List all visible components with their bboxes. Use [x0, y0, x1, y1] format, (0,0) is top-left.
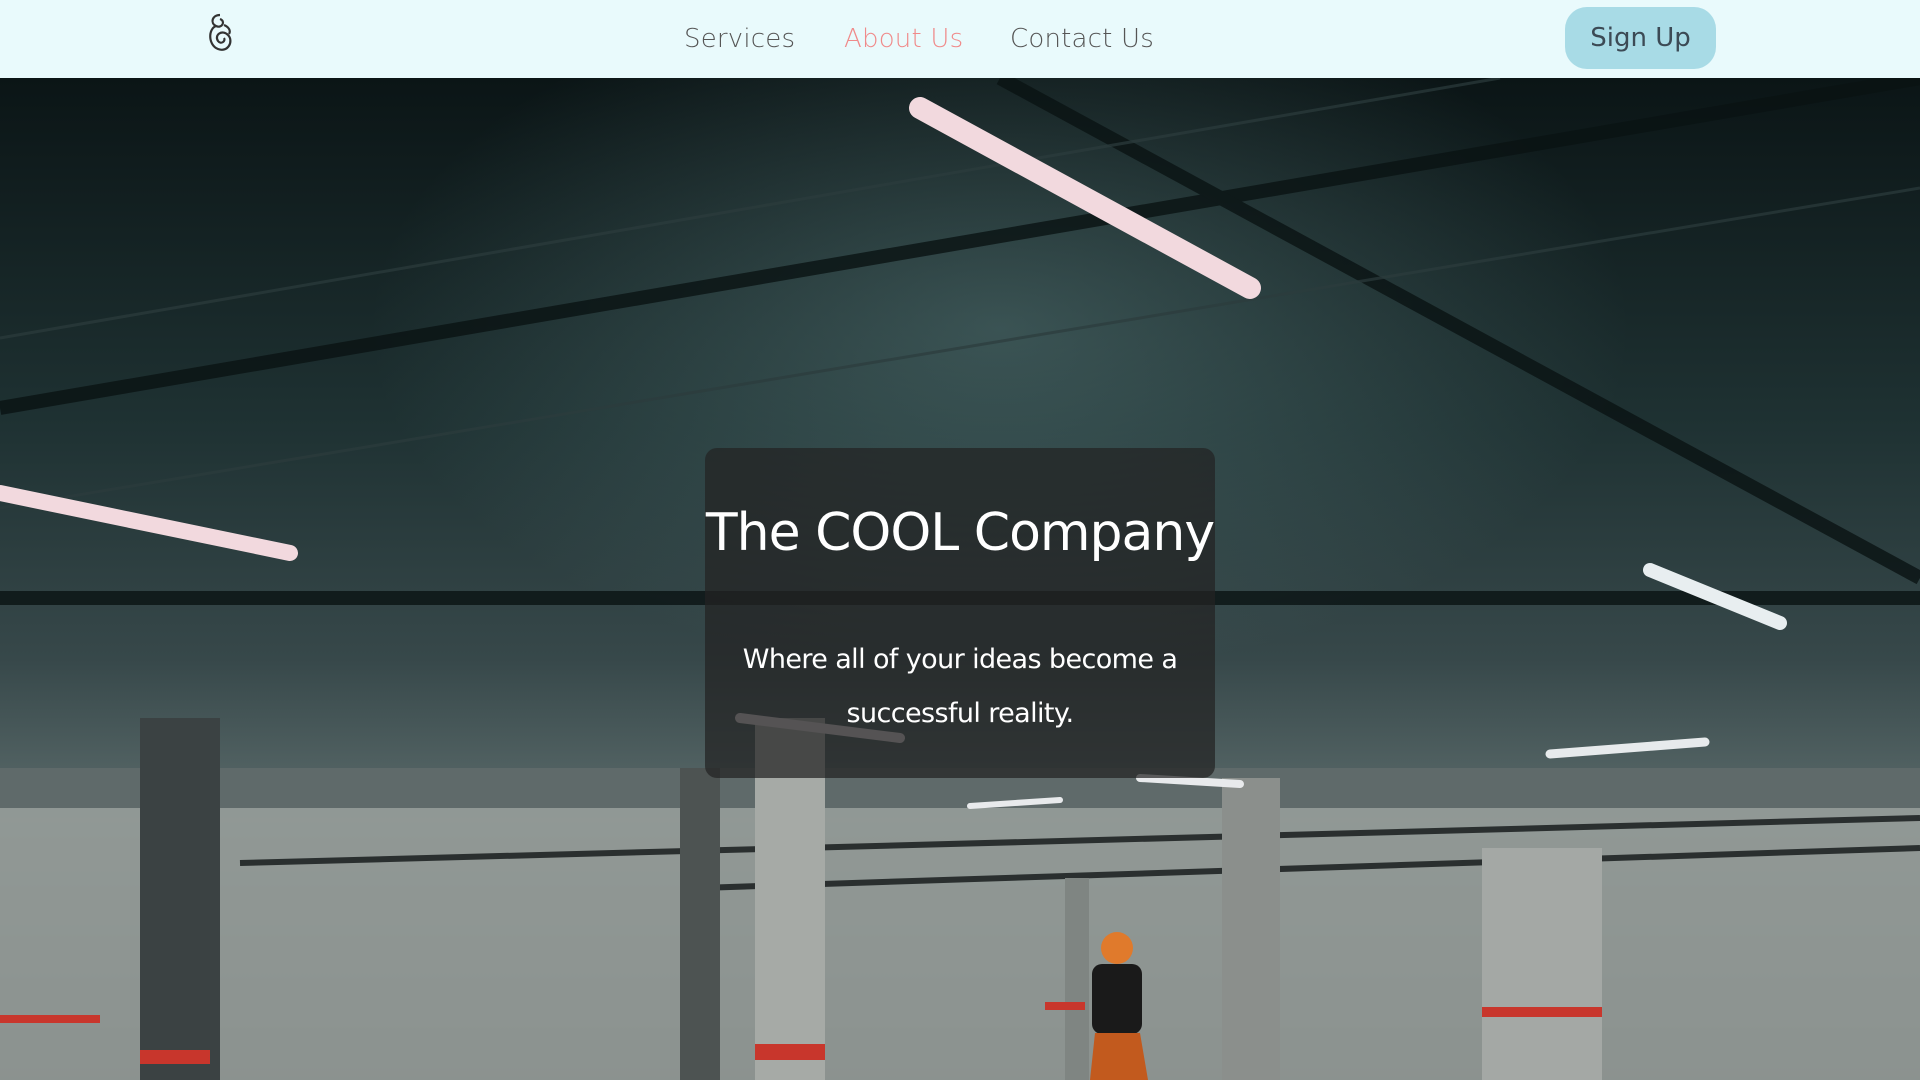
hero-subtitle: Where all of your ideas become a success…: [742, 644, 1178, 729]
nav-link-services[interactable]: Services: [684, 24, 795, 54]
hero-title: The COOL Company: [705, 503, 1215, 563]
hero-card: The COOL Company Where all of your ideas…: [705, 448, 1215, 778]
hero-section: The COOL Company Where all of your ideas…: [0, 78, 1920, 1080]
navbar: Services About Us Contact Us Sign Up: [0, 0, 1920, 78]
sign-up-button[interactable]: Sign Up: [1565, 7, 1716, 69]
nav-link-contact-us[interactable]: Contact Us: [1010, 24, 1154, 54]
nav-link-about-us[interactable]: About Us: [844, 24, 963, 54]
